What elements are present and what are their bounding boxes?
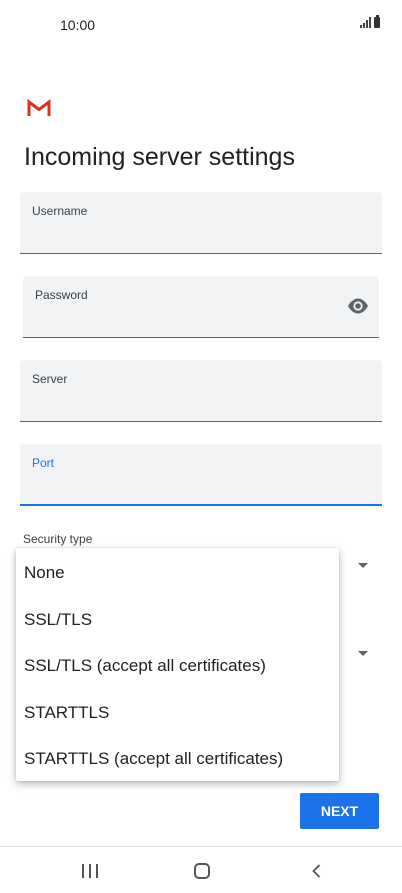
server-label: Server	[32, 372, 68, 386]
password-label: Password	[35, 288, 88, 302]
recents-icon[interactable]	[82, 864, 98, 878]
password-field[interactable]: Password	[23, 276, 379, 338]
menu-item-starttls-accept-all[interactable]: STARTTLS (accept all certificates)	[16, 736, 339, 783]
menu-item-starttls[interactable]: STARTTLS	[16, 690, 339, 737]
username-label: Username	[32, 204, 88, 218]
page-title: Incoming server settings	[24, 143, 295, 171]
security-type-label: Security type	[23, 532, 93, 546]
signal-icon	[360, 17, 371, 28]
server-field[interactable]: Server	[20, 360, 382, 422]
eye-icon[interactable]	[347, 298, 369, 314]
port-field[interactable]: Port	[20, 444, 382, 506]
arrow-drop-down-icon[interactable]	[358, 651, 368, 656]
status-icons	[360, 15, 380, 28]
menu-item-none[interactable]: None	[16, 550, 339, 597]
next-button[interactable]: NEXT	[300, 793, 379, 829]
status-time: 10:00	[60, 17, 96, 33]
battery-icon	[374, 15, 380, 28]
back-icon[interactable]	[309, 863, 325, 879]
username-field[interactable]: Username	[20, 192, 382, 254]
home-icon[interactable]	[194, 863, 210, 879]
arrow-drop-down-icon[interactable]	[358, 563, 368, 568]
menu-item-ssl-tls-accept-all[interactable]: SSL/TLS (accept all certificates)	[16, 643, 339, 690]
navigation-bar	[0, 846, 402, 893]
security-type-menu: None SSL/TLS SSL/TLS (accept all certifi…	[16, 548, 339, 781]
menu-item-ssl-tls[interactable]: SSL/TLS	[16, 597, 339, 644]
status-bar: 10:00	[0, 0, 402, 48]
gmail-logo-icon	[27, 99, 51, 116]
port-label: Port	[32, 456, 55, 470]
